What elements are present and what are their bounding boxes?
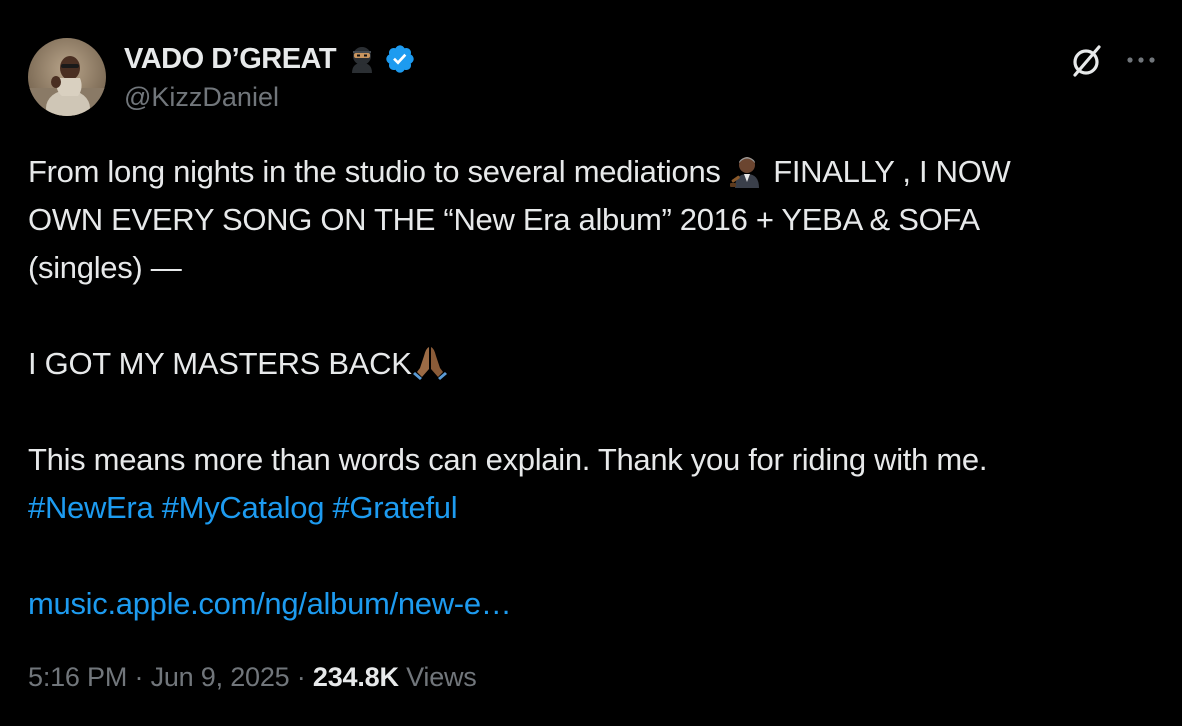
author-name-row: VADO D’GREAT — [124, 40, 416, 78]
meta-separator: · — [289, 662, 313, 692]
hashtag-mycatalog[interactable]: #MyCatalog — [162, 490, 325, 525]
man-judge-emoji-icon — [729, 152, 765, 188]
ninja-emoji-icon — [346, 43, 378, 75]
tweet-meta: 5:16 PM · Jun 9, 2025 · 234.8K Views — [28, 662, 477, 693]
views-label: Views — [406, 662, 477, 692]
tweet-line-4: I GOT MY MASTERS BACK — [28, 340, 1158, 388]
tweet-line-4-text: I GOT MY MASTERS BACK — [28, 346, 412, 381]
profile-avatar[interactable] — [28, 38, 106, 116]
tweet-line-2: OWN EVERY SONG ON THE “New Era album” 20… — [28, 202, 980, 237]
tweet-line-5: This means more than words can explain. … — [28, 442, 988, 477]
views-count: 234.8K — [312, 662, 399, 692]
link-line: music.apple.com/ng/album/new-e… — [28, 580, 1158, 628]
verified-badge-icon[interactable] — [384, 43, 416, 75]
tweet-line-1: From long nights in the studio to severa… — [28, 148, 1158, 196]
tweet-line-3: (singles) — — [28, 250, 182, 285]
hashtag-newera[interactable]: #NewEra — [28, 490, 154, 525]
folded-hands-emoji-icon — [412, 344, 448, 380]
author-handle[interactable]: @KizzDaniel — [124, 82, 279, 113]
album-link[interactable]: music.apple.com/ng/album/new-e… — [28, 586, 512, 621]
tweet-date[interactable]: Jun 9, 2025 — [151, 662, 290, 692]
meta-separator: · — [127, 662, 151, 692]
hashtag-grateful[interactable]: #Grateful — [332, 490, 457, 525]
tweet-line-1-after: FINALLY , I NOW — [764, 154, 1011, 189]
author-display-name[interactable]: VADO D’GREAT — [124, 43, 337, 76]
hashtags-line: #NewEra #MyCatalog #Grateful — [28, 484, 1158, 532]
tweet-time[interactable]: 5:16 PM — [28, 662, 127, 692]
tweet-text: From long nights in the studio to severa… — [28, 148, 1158, 628]
more-options-icon[interactable] — [1124, 48, 1158, 72]
grok-icon[interactable] — [1068, 42, 1106, 80]
tweet-line-1-text: From long nights in the studio to severa… — [28, 154, 729, 189]
